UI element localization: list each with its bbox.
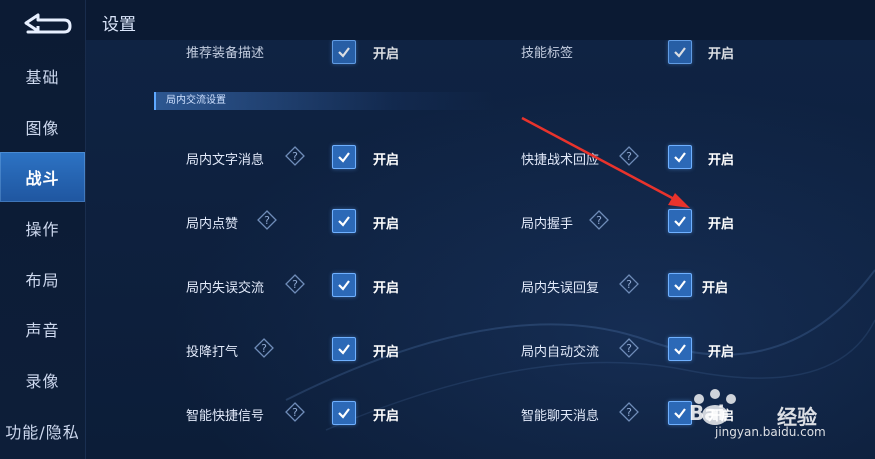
watermark-url: jingyan.baidu.com bbox=[715, 425, 826, 439]
question-diamond-icon[interactable]: ? bbox=[254, 338, 274, 358]
svg-text:?: ? bbox=[626, 342, 632, 355]
setting-label: 局内握手 bbox=[521, 217, 574, 232]
sidebar: 基础 图像 战斗 操作 布局 声音 录像 功能/隐私 bbox=[0, 0, 86, 459]
setting-label: 局内自动交流 bbox=[521, 345, 600, 360]
sidebar-item-basic[interactable]: 基础 bbox=[0, 51, 85, 101]
setting-value: 开启 bbox=[373, 409, 400, 424]
setting-checkbox[interactable] bbox=[668, 209, 692, 233]
setting-checkbox[interactable] bbox=[332, 401, 356, 425]
question-diamond-icon[interactable]: ? bbox=[619, 274, 639, 294]
setting-value: 开启 bbox=[373, 153, 400, 168]
sidebar-item-combat[interactable]: 战斗 bbox=[0, 152, 85, 202]
sidebar-item-controls[interactable]: 操作 bbox=[0, 203, 85, 253]
sidebar-item-label: 声音 bbox=[25, 321, 60, 340]
setting-value: 开启 bbox=[373, 345, 400, 360]
checkmark-icon bbox=[674, 152, 686, 163]
setting-checkbox[interactable] bbox=[332, 145, 356, 169]
setting-label: 局内文字消息 bbox=[186, 153, 265, 168]
setting-value: 开启 bbox=[708, 153, 735, 168]
sidebar-item-layout[interactable]: 布局 bbox=[0, 254, 85, 304]
checkmark-icon bbox=[674, 280, 686, 291]
setting-checkbox[interactable] bbox=[332, 40, 356, 64]
sidebar-item-label: 操作 bbox=[25, 220, 60, 239]
checkmark-icon bbox=[338, 47, 350, 58]
setting-label: 投降打气 bbox=[186, 345, 239, 360]
setting-value: 开启 bbox=[702, 281, 729, 296]
setting-checkbox[interactable] bbox=[668, 40, 692, 64]
svg-text:?: ? bbox=[292, 278, 298, 291]
section-header: 局内交流设置 bbox=[154, 92, 496, 110]
checkmark-icon bbox=[338, 216, 350, 227]
setting-label: 技能标签 bbox=[521, 46, 574, 61]
setting-checkbox[interactable] bbox=[332, 273, 356, 297]
sidebar-item-label: 功能/隐私 bbox=[5, 423, 80, 442]
sidebar-item-replay[interactable]: 录像 bbox=[0, 355, 85, 405]
checkmark-icon bbox=[674, 344, 686, 355]
setting-value: 开启 bbox=[373, 217, 400, 232]
question-diamond-icon[interactable]: ? bbox=[285, 274, 305, 294]
setting-value: 开启 bbox=[708, 47, 735, 62]
svg-text:?: ? bbox=[261, 342, 267, 355]
svg-text:?: ? bbox=[626, 150, 632, 163]
sidebar-item-sound[interactable]: 声音 bbox=[0, 304, 85, 354]
sidebar-item-label: 基础 bbox=[25, 68, 60, 87]
svg-text:?: ? bbox=[626, 406, 632, 419]
setting-checkbox[interactable] bbox=[668, 273, 692, 297]
setting-label: 局内失误回复 bbox=[521, 281, 600, 296]
setting-label: 智能聊天消息 bbox=[521, 409, 600, 424]
checkmark-icon bbox=[338, 344, 350, 355]
svg-text:?: ? bbox=[264, 214, 270, 227]
baidu-watermark: Bai 经验 jingyan.baidu.com bbox=[685, 387, 855, 441]
question-diamond-icon[interactable]: ? bbox=[619, 402, 639, 422]
svg-text:?: ? bbox=[596, 214, 602, 227]
setting-checkbox[interactable] bbox=[668, 337, 692, 361]
sidebar-item-label: 布局 bbox=[25, 271, 60, 290]
question-diamond-icon[interactable]: ? bbox=[285, 146, 305, 166]
watermark-brand: Bai bbox=[689, 401, 725, 425]
setting-label: 智能快捷信号 bbox=[186, 409, 265, 424]
setting-label: 推荐装备描述 bbox=[186, 46, 265, 61]
setting-checkbox[interactable] bbox=[332, 337, 356, 361]
checkmark-icon bbox=[338, 152, 350, 163]
setting-label: 局内点赞 bbox=[186, 217, 239, 232]
setting-label: 局内失误交流 bbox=[186, 281, 265, 296]
checkmark-icon bbox=[338, 280, 350, 291]
sidebar-item-label: 图像 bbox=[25, 119, 60, 138]
sidebar-item-label: 录像 bbox=[25, 372, 60, 391]
question-diamond-icon[interactable]: ? bbox=[589, 210, 609, 230]
page-title: 设置 bbox=[102, 15, 136, 35]
back-arrow-icon[interactable] bbox=[8, 8, 78, 38]
sidebar-item-graphics[interactable]: 图像 bbox=[0, 102, 85, 152]
question-diamond-icon[interactable]: ? bbox=[257, 210, 277, 230]
setting-value: 开启 bbox=[373, 47, 400, 62]
setting-label: 快捷战术回应 bbox=[521, 153, 600, 168]
svg-text:?: ? bbox=[626, 278, 632, 291]
question-diamond-icon[interactable]: ? bbox=[619, 146, 639, 166]
checkmark-icon bbox=[674, 47, 686, 58]
question-diamond-icon[interactable]: ? bbox=[619, 338, 639, 358]
question-diamond-icon[interactable]: ? bbox=[285, 402, 305, 422]
svg-text:?: ? bbox=[292, 406, 298, 419]
checkmark-icon bbox=[338, 408, 350, 419]
checkmark-icon bbox=[674, 216, 686, 227]
setting-value: 开启 bbox=[708, 217, 735, 232]
sidebar-item-label: 战斗 bbox=[25, 169, 60, 188]
setting-checkbox[interactable] bbox=[332, 209, 356, 233]
svg-text:?: ? bbox=[292, 150, 298, 163]
setting-checkbox[interactable] bbox=[668, 145, 692, 169]
sidebar-item-privacy[interactable]: 功能/隐私 bbox=[0, 406, 85, 456]
setting-value: 开启 bbox=[373, 281, 400, 296]
setting-value: 开启 bbox=[708, 345, 735, 360]
